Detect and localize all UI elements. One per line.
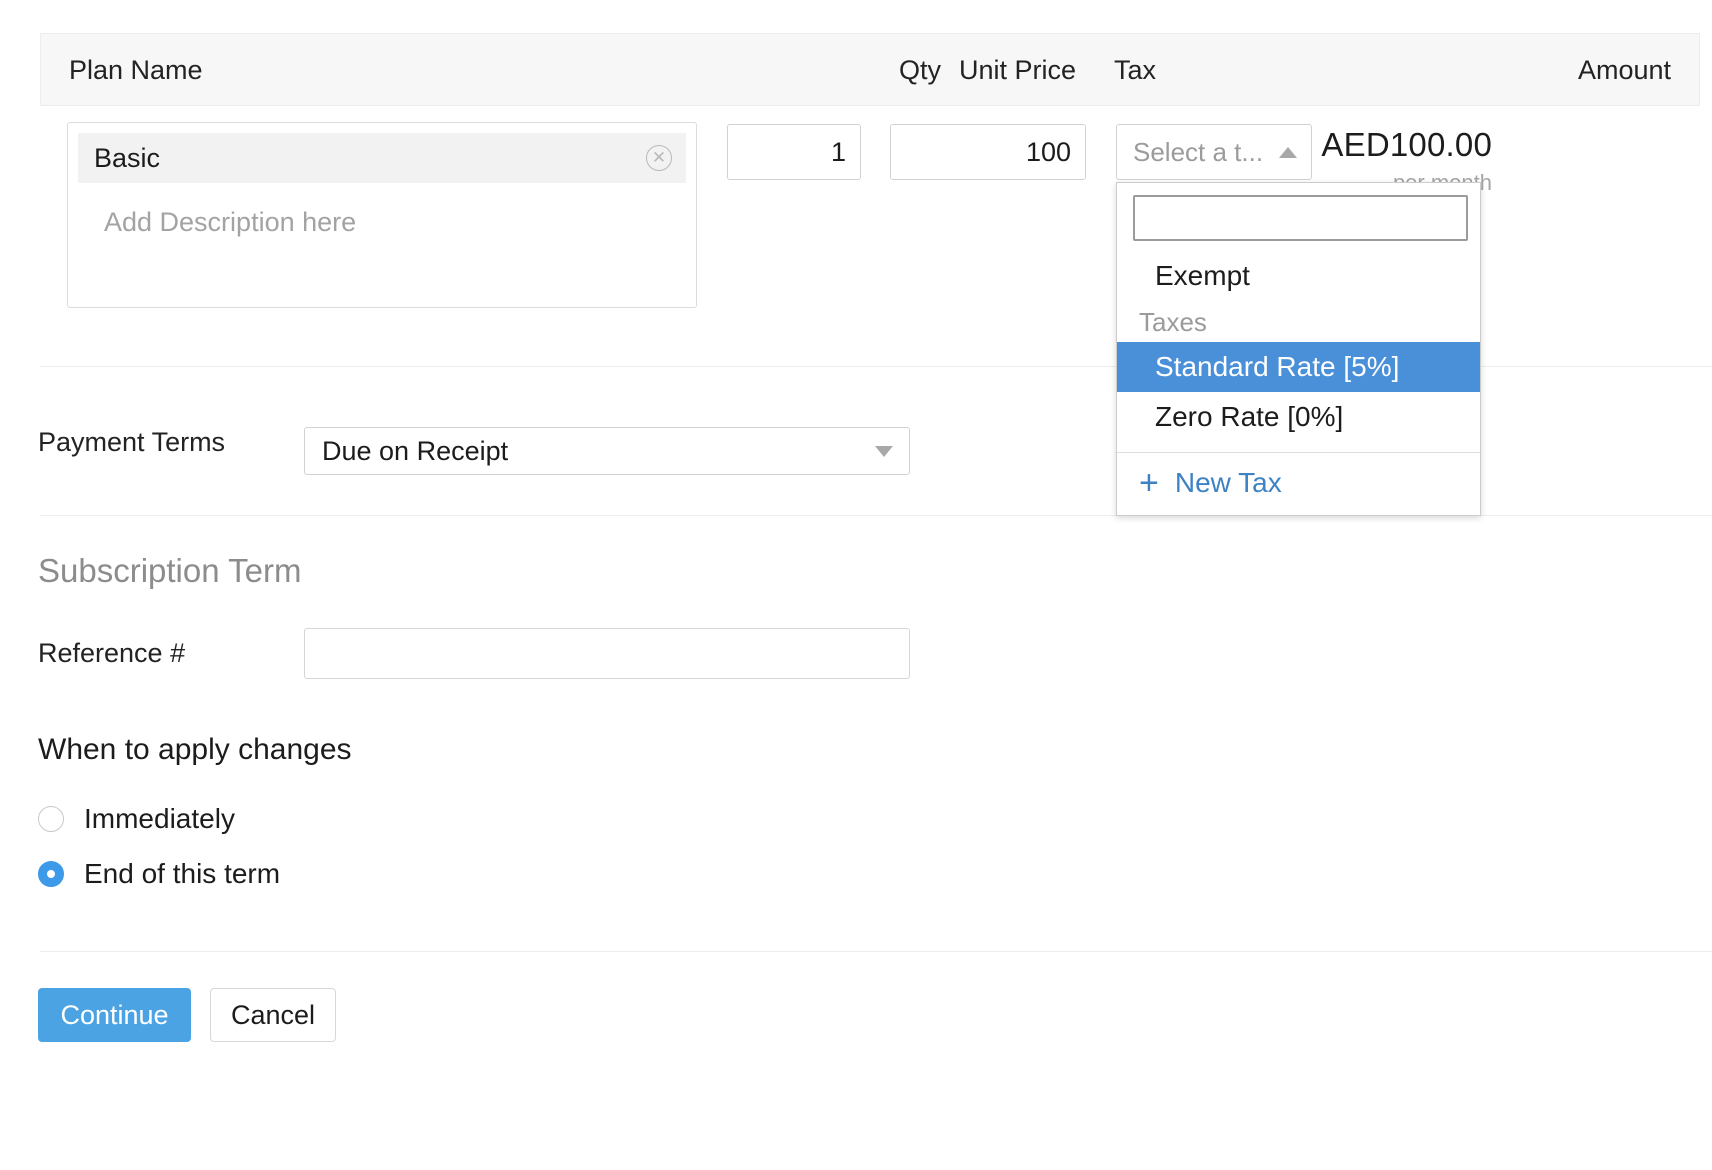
- qty-input[interactable]: [727, 124, 861, 180]
- plus-icon: +: [1139, 469, 1159, 497]
- column-header-unit-price: Unit Price: [901, 34, 1076, 107]
- tax-option-zero-rate[interactable]: Zero Rate [0%]: [1117, 392, 1480, 442]
- subscription-term-title: Subscription Term: [38, 552, 302, 590]
- radio-label-immediately: Immediately: [84, 803, 235, 835]
- payment-terms-value: Due on Receipt: [322, 436, 508, 467]
- close-circle-icon[interactable]: ✕: [646, 145, 672, 171]
- plan-name-field[interactable]: Basic ✕: [78, 133, 686, 183]
- radio-label-end-of-term: End of this term: [84, 858, 280, 890]
- payment-terms-label: Payment Terms: [38, 427, 225, 458]
- plan-item-box: Basic ✕ Add Description here: [67, 122, 697, 308]
- divider-footer: [40, 951, 1712, 952]
- unit-price-input[interactable]: [890, 124, 1086, 180]
- tax-search-input[interactable]: [1133, 195, 1468, 241]
- reference-label: Reference #: [38, 638, 185, 669]
- apply-changes-title: When to apply changes: [38, 733, 352, 767]
- chevron-up-icon: [1279, 147, 1297, 158]
- cancel-button[interactable]: Cancel: [210, 988, 336, 1042]
- column-header-amount: Amount: [1241, 34, 1671, 107]
- tax-dropdown-menu: Exempt Taxes Standard Rate [5%] Zero Rat…: [1116, 182, 1481, 516]
- reference-input[interactable]: [304, 628, 910, 679]
- tax-option-standard-rate[interactable]: Standard Rate [5%]: [1117, 342, 1480, 392]
- continue-button[interactable]: Continue: [38, 988, 191, 1042]
- tax-dropdown-search-wrap: [1117, 183, 1480, 251]
- radio-icon-end-of-term[interactable]: [38, 861, 64, 887]
- column-header-tax: Tax: [1114, 34, 1156, 107]
- tax-select-trigger[interactable]: Select a t...: [1116, 124, 1312, 180]
- new-tax-label: New Tax: [1175, 467, 1282, 499]
- column-header-plan-name: Plan Name: [69, 34, 203, 107]
- subscription-edit-page: Plan Name Qty Unit Price Tax Amount Basi…: [0, 0, 1712, 1170]
- tax-option-exempt[interactable]: Exempt: [1117, 251, 1480, 301]
- tax-select-label: Select a t...: [1133, 137, 1263, 168]
- payment-terms-select[interactable]: Due on Receipt: [304, 427, 910, 475]
- radio-option-immediately[interactable]: Immediately: [38, 803, 235, 835]
- items-table-header: Plan Name Qty Unit Price Tax Amount: [40, 33, 1700, 106]
- plan-name-value: Basic: [94, 143, 160, 174]
- tax-group-label: Taxes: [1117, 301, 1480, 342]
- radio-option-end-of-term[interactable]: End of this term: [38, 858, 280, 890]
- radio-icon-immediately[interactable]: [38, 806, 64, 832]
- new-tax-button[interactable]: + New Tax: [1117, 453, 1480, 515]
- chevron-down-icon: [875, 446, 893, 457]
- plan-description-placeholder[interactable]: Add Description here: [104, 207, 356, 238]
